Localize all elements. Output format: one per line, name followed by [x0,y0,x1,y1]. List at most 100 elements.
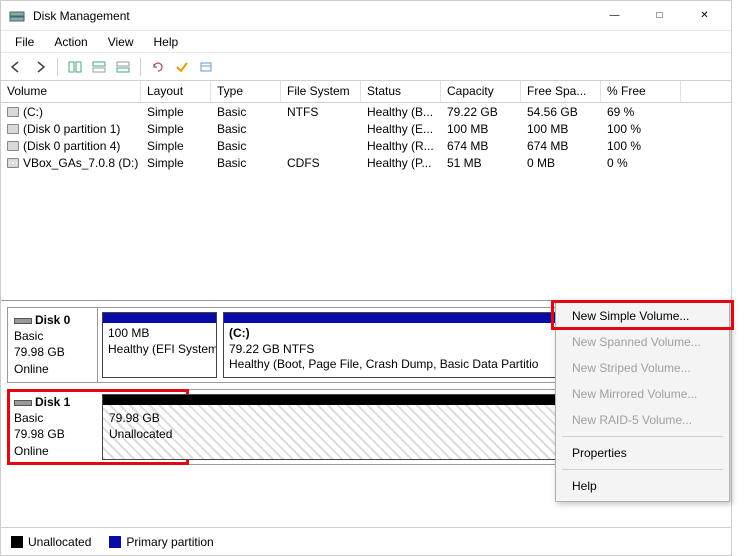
volume-type: Basic [211,156,281,170]
partition-stripe-primary [103,313,216,323]
menu-view[interactable]: View [98,33,144,51]
volume-pct: 0 % [601,156,681,170]
maximize-button[interactable]: □ [637,2,682,30]
forward-button[interactable] [29,56,51,78]
ctx-new-raid5-volume: New RAID-5 Volume... [558,407,727,433]
col-volume[interactable]: Volume [1,81,141,102]
disk-header: Disk 0 Basic 79.98 GB Online [8,308,98,382]
col-filesystem[interactable]: File System [281,81,361,102]
table-row[interactable]: (C:) Simple Basic NTFS Healthy (B... 79.… [1,103,731,120]
legend-primary: Primary partition [109,535,213,549]
volume-name: (C:) [23,105,43,119]
menu-action[interactable]: Action [44,33,97,51]
context-menu: New Simple Volume... New Spanned Volume.… [555,300,730,502]
disk-icon [14,318,32,324]
partition-size: 100 MB [108,326,149,340]
apply-button[interactable] [171,56,193,78]
table-row[interactable]: VBox_GAs_7.0.8 (D:) Simple Basic CDFS He… [1,154,731,171]
disk-type: Basic [14,411,43,425]
back-button[interactable] [5,56,27,78]
table-row[interactable]: (Disk 0 partition 4) Simple Basic Health… [1,137,731,154]
volume-pct: 100 % [601,139,681,153]
toolbar-separator [57,58,58,76]
drive-icon [7,124,19,134]
list-button[interactable] [195,56,217,78]
volume-type: Basic [211,122,281,136]
view-bottom-button[interactable] [112,56,134,78]
minimize-button[interactable]: — [592,2,637,30]
col-freespace[interactable]: Free Spa... [521,81,601,102]
toolbar-separator [140,58,141,76]
disk-state: Online [14,444,49,458]
volume-list-header: Volume Layout Type File System Status Ca… [1,81,731,103]
col-capacity[interactable]: Capacity [441,81,521,102]
legend: Unallocated Primary partition [1,527,731,555]
drive-icon [7,107,19,117]
volume-layout: Simple [141,156,211,170]
volume-name: (Disk 0 partition 4) [23,139,120,153]
disk-type: Basic [14,329,43,343]
app-icon [9,8,25,24]
ctx-help[interactable]: Help [558,473,727,499]
volume-capacity: 100 MB [441,122,521,136]
ctx-new-striped-volume: New Striped Volume... [558,355,727,381]
window-controls: — □ ✕ [592,2,727,30]
close-button[interactable]: ✕ [682,2,727,30]
volume-capacity: 674 MB [441,139,521,153]
volume-layout: Simple [141,105,211,119]
ctx-new-mirrored-volume: New Mirrored Volume... [558,381,727,407]
menu-file[interactable]: File [5,33,44,51]
volume-fs: CDFS [281,156,361,170]
partition-status: Healthy (EFI System P [108,342,217,356]
menu-help[interactable]: Help [144,33,189,51]
partition-efi[interactable]: 100 MB Healthy (EFI System P [102,312,217,378]
volume-name: (Disk 0 partition 1) [23,122,120,136]
view-all-button[interactable] [64,56,86,78]
col-layout[interactable]: Layout [141,81,211,102]
volume-status: Healthy (B... [361,105,441,119]
volume-free: 674 MB [521,139,601,153]
volume-status: Healthy (P... [361,156,441,170]
partition-status: Unallocated [109,427,172,441]
volume-type: Basic [211,139,281,153]
view-top-button[interactable] [88,56,110,78]
volume-pct: 69 % [601,105,681,119]
context-menu-separator [562,469,723,470]
partition-size: 79.98 GB [109,411,160,425]
volume-capacity: 51 MB [441,156,521,170]
disk-title: Disk 1 [35,395,70,409]
legend-unallocated: Unallocated [11,535,91,549]
disk-state: Online [14,362,49,376]
volume-capacity: 79.22 GB [441,105,521,119]
volume-list: Volume Layout Type File System Status Ca… [1,81,731,301]
volume-pct: 100 % [601,122,681,136]
disk-icon [14,400,32,406]
volume-fs: NTFS [281,105,361,119]
volume-free: 100 MB [521,122,601,136]
refresh-button[interactable] [147,56,169,78]
titlebar: Disk Management — □ ✕ [1,1,731,31]
volume-free: 54.56 GB [521,105,601,119]
menubar: File Action View Help [1,31,731,53]
col-status[interactable]: Status [361,81,441,102]
volume-status: Healthy (E... [361,122,441,136]
col-type[interactable]: Type [211,81,281,102]
volume-type: Basic [211,105,281,119]
volume-free: 0 MB [521,156,601,170]
swatch-black [11,536,23,548]
volume-layout: Simple [141,122,211,136]
col-pctfree[interactable]: % Free [601,81,681,102]
ctx-new-simple-volume[interactable]: New Simple Volume... [558,303,727,329]
ctx-properties[interactable]: Properties [558,440,727,466]
window-title: Disk Management [33,9,592,23]
cd-icon [7,158,19,168]
swatch-blue [109,536,121,548]
partition-label: (C:) [229,326,250,340]
partition-size: 79.22 GB NTFS [229,342,314,356]
volume-name: VBox_GAs_7.0.8 (D:) [23,156,138,170]
ctx-new-spanned-volume: New Spanned Volume... [558,329,727,355]
toolbar [1,53,731,81]
disk-title: Disk 0 [35,313,70,327]
context-menu-separator [562,436,723,437]
table-row[interactable]: (Disk 0 partition 1) Simple Basic Health… [1,120,731,137]
